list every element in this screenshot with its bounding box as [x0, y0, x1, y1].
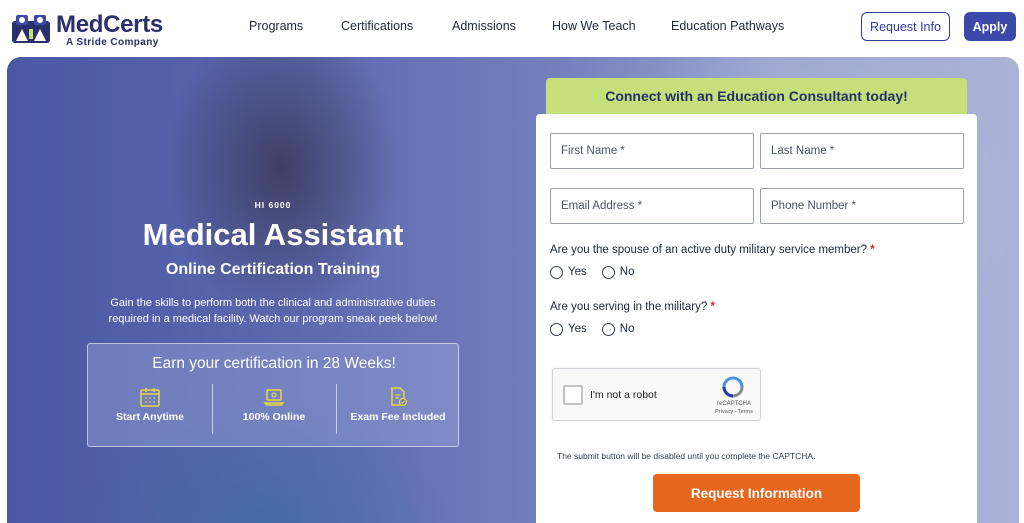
earn-title: Earn your certification in 28 Weeks! — [152, 355, 396, 372]
radio-label: No — [619, 266, 635, 278]
radio-label: No — [619, 323, 635, 335]
brand-name: MedCerts — [56, 11, 163, 38]
serving-no-radio[interactable] — [601, 322, 615, 336]
nav-education-pathways[interactable]: Education Pathways — [671, 19, 784, 33]
program-title: Medical Assistant — [142, 217, 404, 252]
nav-certifications[interactable]: Certifications — [341, 19, 413, 33]
email-input[interactable] — [561, 200, 753, 212]
required-mark: * — [710, 301, 715, 313]
earn-certification-box: Earn your certification in 28 Weeks! Sta… — [87, 343, 459, 447]
military-service-question: Are you serving in the military? * — [550, 301, 715, 313]
laptop-icon — [263, 389, 285, 406]
nav-how-we-teach[interactable]: How We Teach — [552, 19, 636, 33]
first-name-field[interactable] — [550, 133, 754, 169]
medcerts-logo[interactable]: MedCerts A Stride Company — [10, 9, 170, 49]
request-information-button[interactable]: Request Information — [653, 474, 860, 512]
question-text: Are you the spouse of an active duty mil… — [550, 244, 868, 256]
program-description: Gain the skills to perform both the clin… — [108, 297, 438, 325]
feature-exam-fee: Exam Fee Included — [336, 386, 460, 441]
calendar-icon — [140, 388, 160, 407]
document-check-icon — [391, 387, 408, 407]
nav-admissions[interactable]: Admissions — [452, 19, 516, 33]
recaptcha-brand: reCAPTCHA — [716, 401, 751, 407]
spouse-no-radio[interactable] — [601, 265, 615, 279]
apply-button[interactable]: Apply — [964, 12, 1016, 41]
form-banner: Connect with an Education Consultant tod… — [546, 78, 967, 114]
radio-label: Yes — [568, 266, 587, 278]
spouse-yes-radio[interactable] — [550, 265, 563, 279]
required-mark: * — [870, 244, 875, 256]
medcerts-logo-icon — [12, 15, 50, 43]
military-service-options: Yes No — [550, 321, 649, 337]
last-name-field[interactable] — [760, 133, 964, 169]
recaptcha-widget: I'm not a robot reCAPTCHA Privacy - Term… — [552, 368, 761, 421]
program-code: HI 6000 — [254, 200, 292, 210]
recaptcha-links[interactable]: Privacy - Terms — [711, 409, 757, 415]
captcha-note: The submit button will be disabled until… — [557, 451, 816, 461]
feature-label: Start Anytime — [116, 411, 184, 423]
email-field[interactable] — [550, 188, 754, 224]
feature-start-anytime: Start Anytime — [88, 386, 212, 441]
recaptcha-checkbox[interactable] — [563, 385, 583, 405]
military-spouse-question: Are you the spouse of an active duty mil… — [550, 244, 875, 256]
phone-input[interactable] — [771, 200, 963, 212]
feature-online: 100% Online — [212, 386, 336, 441]
first-name-input[interactable] — [561, 145, 753, 157]
recaptcha-label: I'm not a robot — [590, 389, 657, 401]
question-text: Are you serving in the military? — [550, 301, 708, 313]
program-subtitle: Online Certification Training — [165, 261, 381, 278]
feature-label: 100% Online — [242, 411, 306, 423]
last-name-input[interactable] — [771, 145, 963, 157]
serving-yes-radio[interactable] — [550, 322, 563, 336]
recaptcha-icon — [722, 376, 744, 398]
lead-form-card — [536, 114, 977, 523]
feature-label: Exam Fee Included — [350, 411, 446, 423]
request-info-button[interactable]: Request Info — [861, 12, 950, 41]
radio-label: Yes — [568, 323, 587, 335]
brand-tagline: A Stride Company — [66, 37, 159, 48]
phone-field[interactable] — [760, 188, 964, 224]
nav-programs[interactable]: Programs — [249, 19, 303, 33]
military-spouse-options: Yes No — [550, 264, 649, 280]
site-header: MedCerts A Stride Company Programs Certi… — [0, 0, 1024, 56]
